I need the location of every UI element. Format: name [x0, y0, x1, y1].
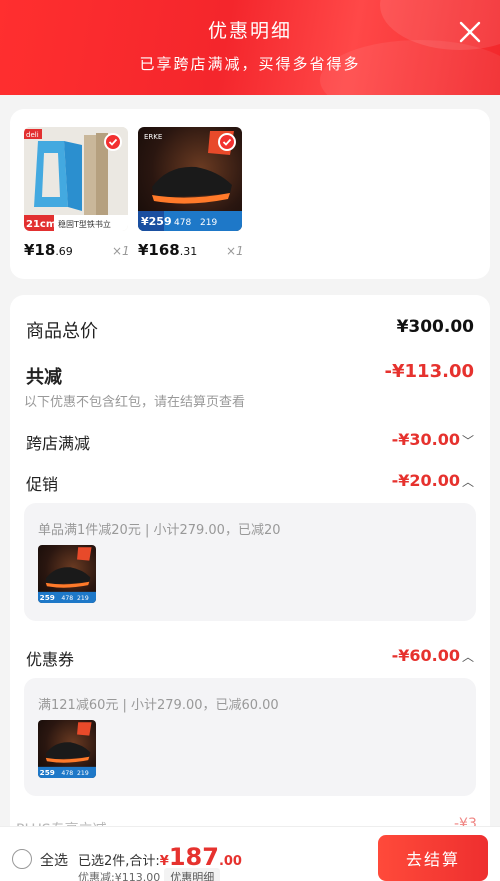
selected-check[interactable] — [104, 133, 122, 151]
cross-store-value[interactable]: -¥30.00 ﹀ — [392, 430, 474, 449]
reduce-label: 共减 — [26, 367, 62, 388]
shoe-image: 259 478 219 — [38, 547, 96, 603]
reduce-value: -¥113.00 — [384, 361, 474, 382]
promo-value[interactable]: -¥20.00 ︿ — [392, 471, 474, 490]
select-all-label[interactable]: 全选 — [40, 850, 68, 870]
product-qty: ×1 — [226, 244, 244, 258]
product-qty: ×1 — [112, 244, 130, 258]
product-thumbnail[interactable]: deli 21cm 稳固T型铁书立 — [24, 127, 128, 231]
svg-text:219: 219 — [200, 218, 217, 228]
header: 优惠明细 已享跨店满减，买得多省得多 — [0, 0, 500, 95]
product-thumbnail[interactable]: ERKE ¥259 478 219 — [138, 127, 242, 231]
chevron-down-icon: ﹀ — [461, 434, 474, 448]
discount-details: 商品总价 ¥300.00 共减 -¥113.00 以下优惠不包含红包，请在结算页… — [10, 295, 490, 881]
svg-text:478: 478 — [61, 770, 73, 777]
coupon-label[interactable]: 优惠券 — [26, 646, 74, 670]
svg-text:478: 478 — [61, 595, 73, 602]
checkout-bar: 全选 已选2件,合计:¥187.00 优惠减:¥113.00 优惠明细 去结算 — [0, 826, 500, 881]
product-item[interactable]: ERKE ¥259 478 219 ¥168.31 ×1 — [138, 127, 244, 259]
svg-text:稳固T型铁书立: 稳固T型铁书立 — [58, 219, 111, 229]
page-title: 优惠明细 — [207, 20, 292, 42]
reduce-note: 以下优惠不包含红包，请在结算页查看 — [24, 395, 246, 410]
svg-text:deli: deli — [26, 131, 39, 139]
chevron-up-icon: ︿ — [461, 475, 474, 489]
discount-sheet: deli 21cm 稳固T型铁书立 ¥18.69 ×1 ERKE ¥259 47… — [0, 95, 500, 881]
coupon-value[interactable]: -¥60.00 ︿ — [392, 646, 474, 665]
coupon-product-thumbnail[interactable]: 259 478 219 — [38, 720, 96, 778]
promo-desc: 单品满1件减20元 | 小计279.00，已减20 — [38, 523, 281, 538]
svg-text:219: 219 — [77, 770, 89, 777]
product-item[interactable]: deli 21cm 稳固T型铁书立 ¥18.69 ×1 — [24, 127, 130, 259]
chevron-up-icon: ︿ — [461, 650, 474, 664]
check-icon — [108, 138, 118, 146]
page-subtitle: 已享跨店满减，买得多省得多 — [139, 55, 361, 73]
svg-text:ERKE: ERKE — [144, 133, 162, 141]
total-label: 商品总价 — [26, 321, 98, 342]
coupon-detail: 满121减60元 | 小计279.00，已减60.00 259 478 219 — [24, 678, 476, 796]
promo-product-thumbnail[interactable]: 259 478 219 — [38, 545, 96, 603]
product-price: ¥18.69 — [24, 241, 73, 259]
order-summary: 已选2件,合计:¥187.00 — [78, 843, 242, 871]
selected-products: deli 21cm 稳固T型铁书立 ¥18.69 ×1 ERKE ¥259 47… — [10, 109, 490, 279]
checkout-button[interactable]: 去结算 — [378, 835, 488, 881]
selected-check[interactable] — [218, 133, 236, 151]
close-icon — [459, 21, 481, 43]
promo-detail: 单品满1件减20元 | 小计279.00，已减20 259 478 219 — [24, 503, 476, 621]
select-all-radio[interactable] — [12, 849, 32, 869]
promo-label[interactable]: 促销 — [26, 471, 58, 495]
check-icon — [222, 138, 232, 146]
product-price: ¥168.31 — [138, 241, 198, 259]
svg-text:¥259: ¥259 — [141, 215, 172, 228]
discount-summary: 优惠减:¥113.00 优惠明细 — [78, 868, 221, 881]
svg-text:219: 219 — [77, 595, 89, 602]
svg-text:478: 478 — [174, 218, 191, 228]
close-button[interactable] — [456, 18, 484, 46]
svg-text:259: 259 — [40, 593, 55, 602]
svg-text:21cm: 21cm — [26, 219, 56, 230]
svg-text:259: 259 — [40, 768, 55, 777]
total-value: ¥300.00 — [396, 317, 474, 337]
total-amount: 187 — [168, 843, 219, 871]
coupon-desc: 满121减60元 | 小计279.00，已减60.00 — [38, 698, 279, 713]
shoe-image: 259 478 219 — [38, 722, 96, 778]
selected-count: 已选2件,合计: — [78, 854, 160, 869]
discount-detail-button[interactable]: 优惠明细 — [164, 868, 221, 881]
cross-store-label[interactable]: 跨店满减 — [26, 430, 90, 454]
